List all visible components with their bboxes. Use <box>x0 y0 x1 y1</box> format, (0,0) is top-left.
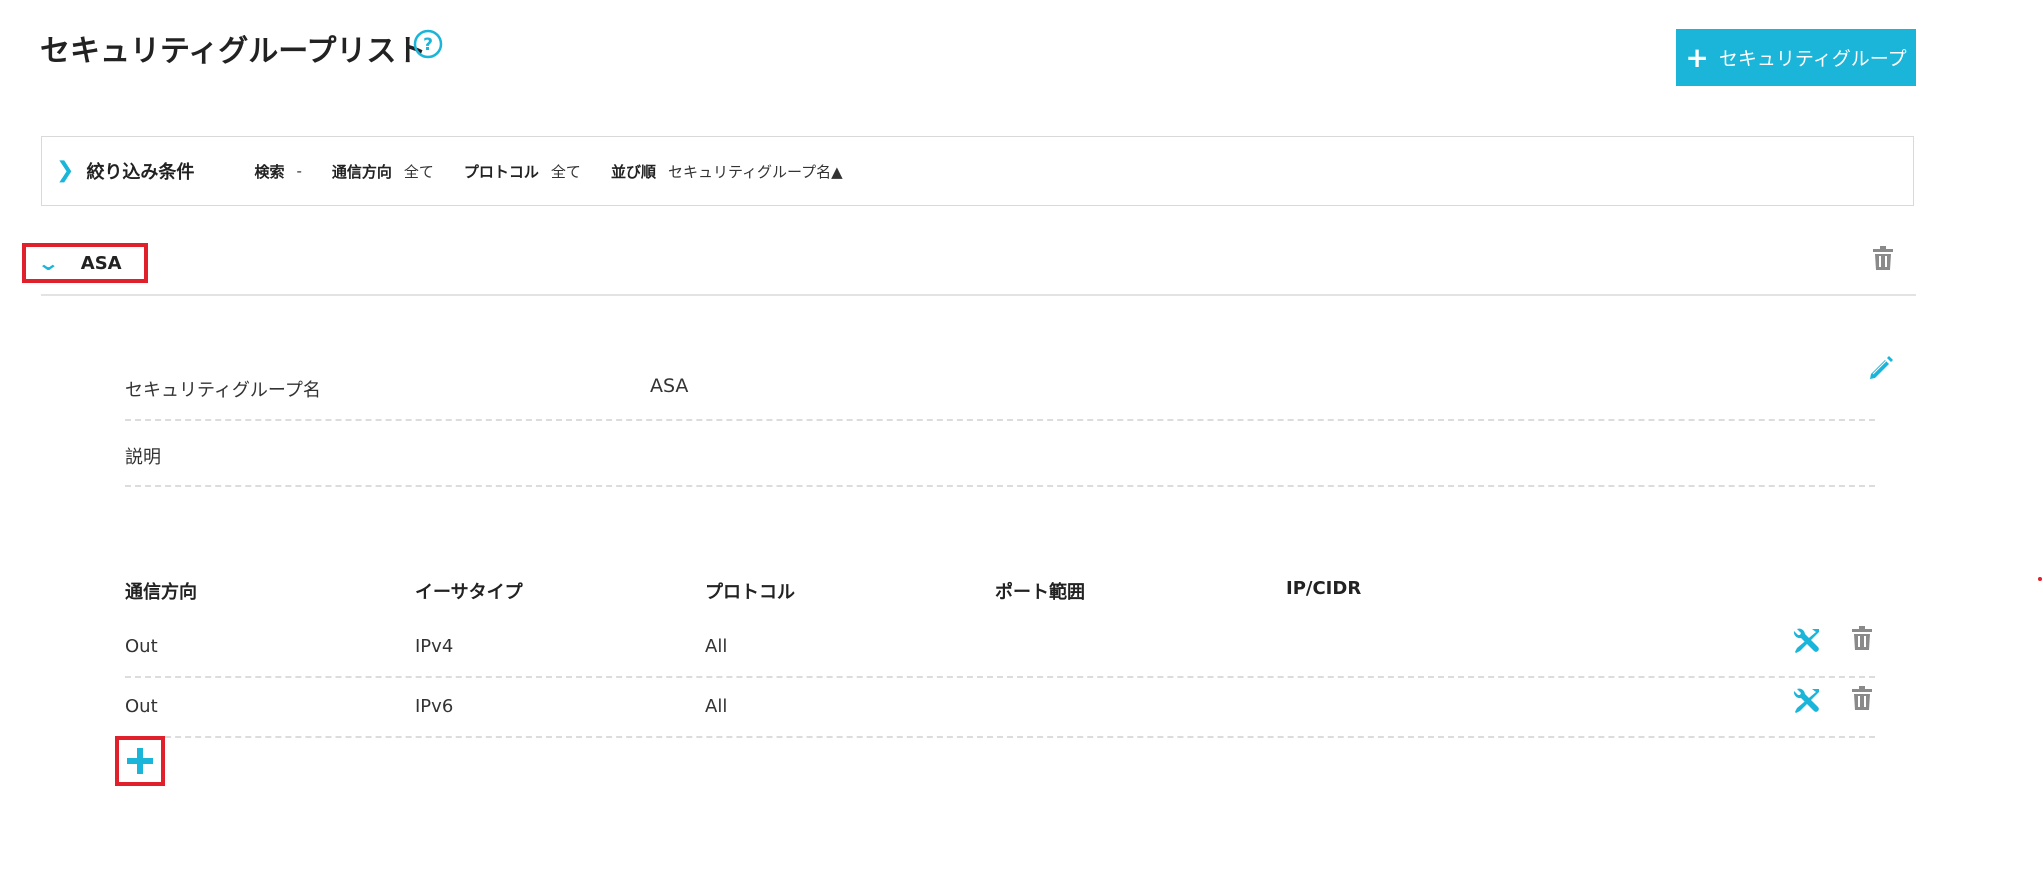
page-title: セキュリティグループリスト <box>40 34 427 69</box>
tools-icon[interactable] <box>1792 686 1822 716</box>
detail-name-label: セキュリティグループ名 <box>125 380 321 401</box>
marker-dot <box>2038 577 2042 581</box>
detail-name-value: ASA <box>650 375 689 397</box>
filter-search-label: 検索 <box>254 162 285 181</box>
edit-icon[interactable] <box>1867 354 1895 382</box>
plus-icon: + <box>1685 40 1709 74</box>
table-cell-direction: Out <box>125 696 158 717</box>
column-header-protocol: プロトコル <box>705 582 795 603</box>
plus-icon <box>127 748 153 774</box>
group-collapse-toggle[interactable]: ⌄ ASA <box>22 243 148 283</box>
filter-sort-label: 並び順 <box>610 162 656 181</box>
row-divider <box>125 676 1875 678</box>
column-header-direction: 通信方向 <box>125 582 197 603</box>
table-cell-protocol: All <box>705 636 728 657</box>
filter-bar: ❯ 絞り込み条件 検索 - 通信方向 全て プロトコル 全て 並び順 セキュリテ… <box>41 136 1914 206</box>
tools-icon[interactable] <box>1792 626 1822 656</box>
row-divider <box>125 736 1875 738</box>
chevron-right-icon: ❯ <box>56 158 75 183</box>
filter-protocol-value: 全て <box>550 162 581 181</box>
page: セキュリティグループリスト ? + セキュリティグループ ❯ 絞り込み条件 検索… <box>0 0 2043 870</box>
column-header-ethertype: イーサタイプ <box>415 582 523 603</box>
add-rule-button[interactable] <box>115 736 165 786</box>
table-cell-direction: Out <box>125 636 158 657</box>
detail-divider <box>125 485 1875 487</box>
table-cell-protocol: All <box>705 696 728 717</box>
filter-toggle[interactable]: ❯ 絞り込み条件 <box>56 158 194 184</box>
filter-summary: 検索 - 通信方向 全て プロトコル 全て 並び順 セキュリティグループ名▲ <box>254 161 872 182</box>
filter-direction-value: 全て <box>403 162 434 181</box>
filter-title: 絞り込み条件 <box>86 162 195 183</box>
filter-sort-value: セキュリティグループ名▲ <box>667 162 843 181</box>
trash-icon[interactable] <box>1851 625 1873 651</box>
chevron-down-icon: ⌄ <box>36 251 61 275</box>
add-security-group-button[interactable]: + セキュリティグループ <box>1676 29 1916 86</box>
add-security-group-label: セキュリティグループ <box>1718 48 1907 70</box>
column-header-port-range: ポート範囲 <box>995 582 1085 603</box>
filter-direction-label: 通信方向 <box>331 162 392 181</box>
filter-search-value: - <box>296 162 302 180</box>
trash-icon[interactable] <box>1872 245 1894 271</box>
table-cell-ethertype: IPv6 <box>415 696 454 717</box>
column-header-ip-cidr: IP/CIDR <box>1286 578 1362 599</box>
table-cell-ethertype: IPv4 <box>415 636 454 657</box>
detail-description-label: 説明 <box>125 447 161 468</box>
detail-divider <box>125 419 1875 421</box>
help-icon[interactable]: ? <box>413 29 443 59</box>
svg-text:?: ? <box>423 35 433 55</box>
filter-protocol-label: プロトコル <box>463 162 539 181</box>
group-divider <box>41 294 1916 296</box>
trash-icon[interactable] <box>1851 685 1873 711</box>
group-name: ASA <box>80 252 122 274</box>
